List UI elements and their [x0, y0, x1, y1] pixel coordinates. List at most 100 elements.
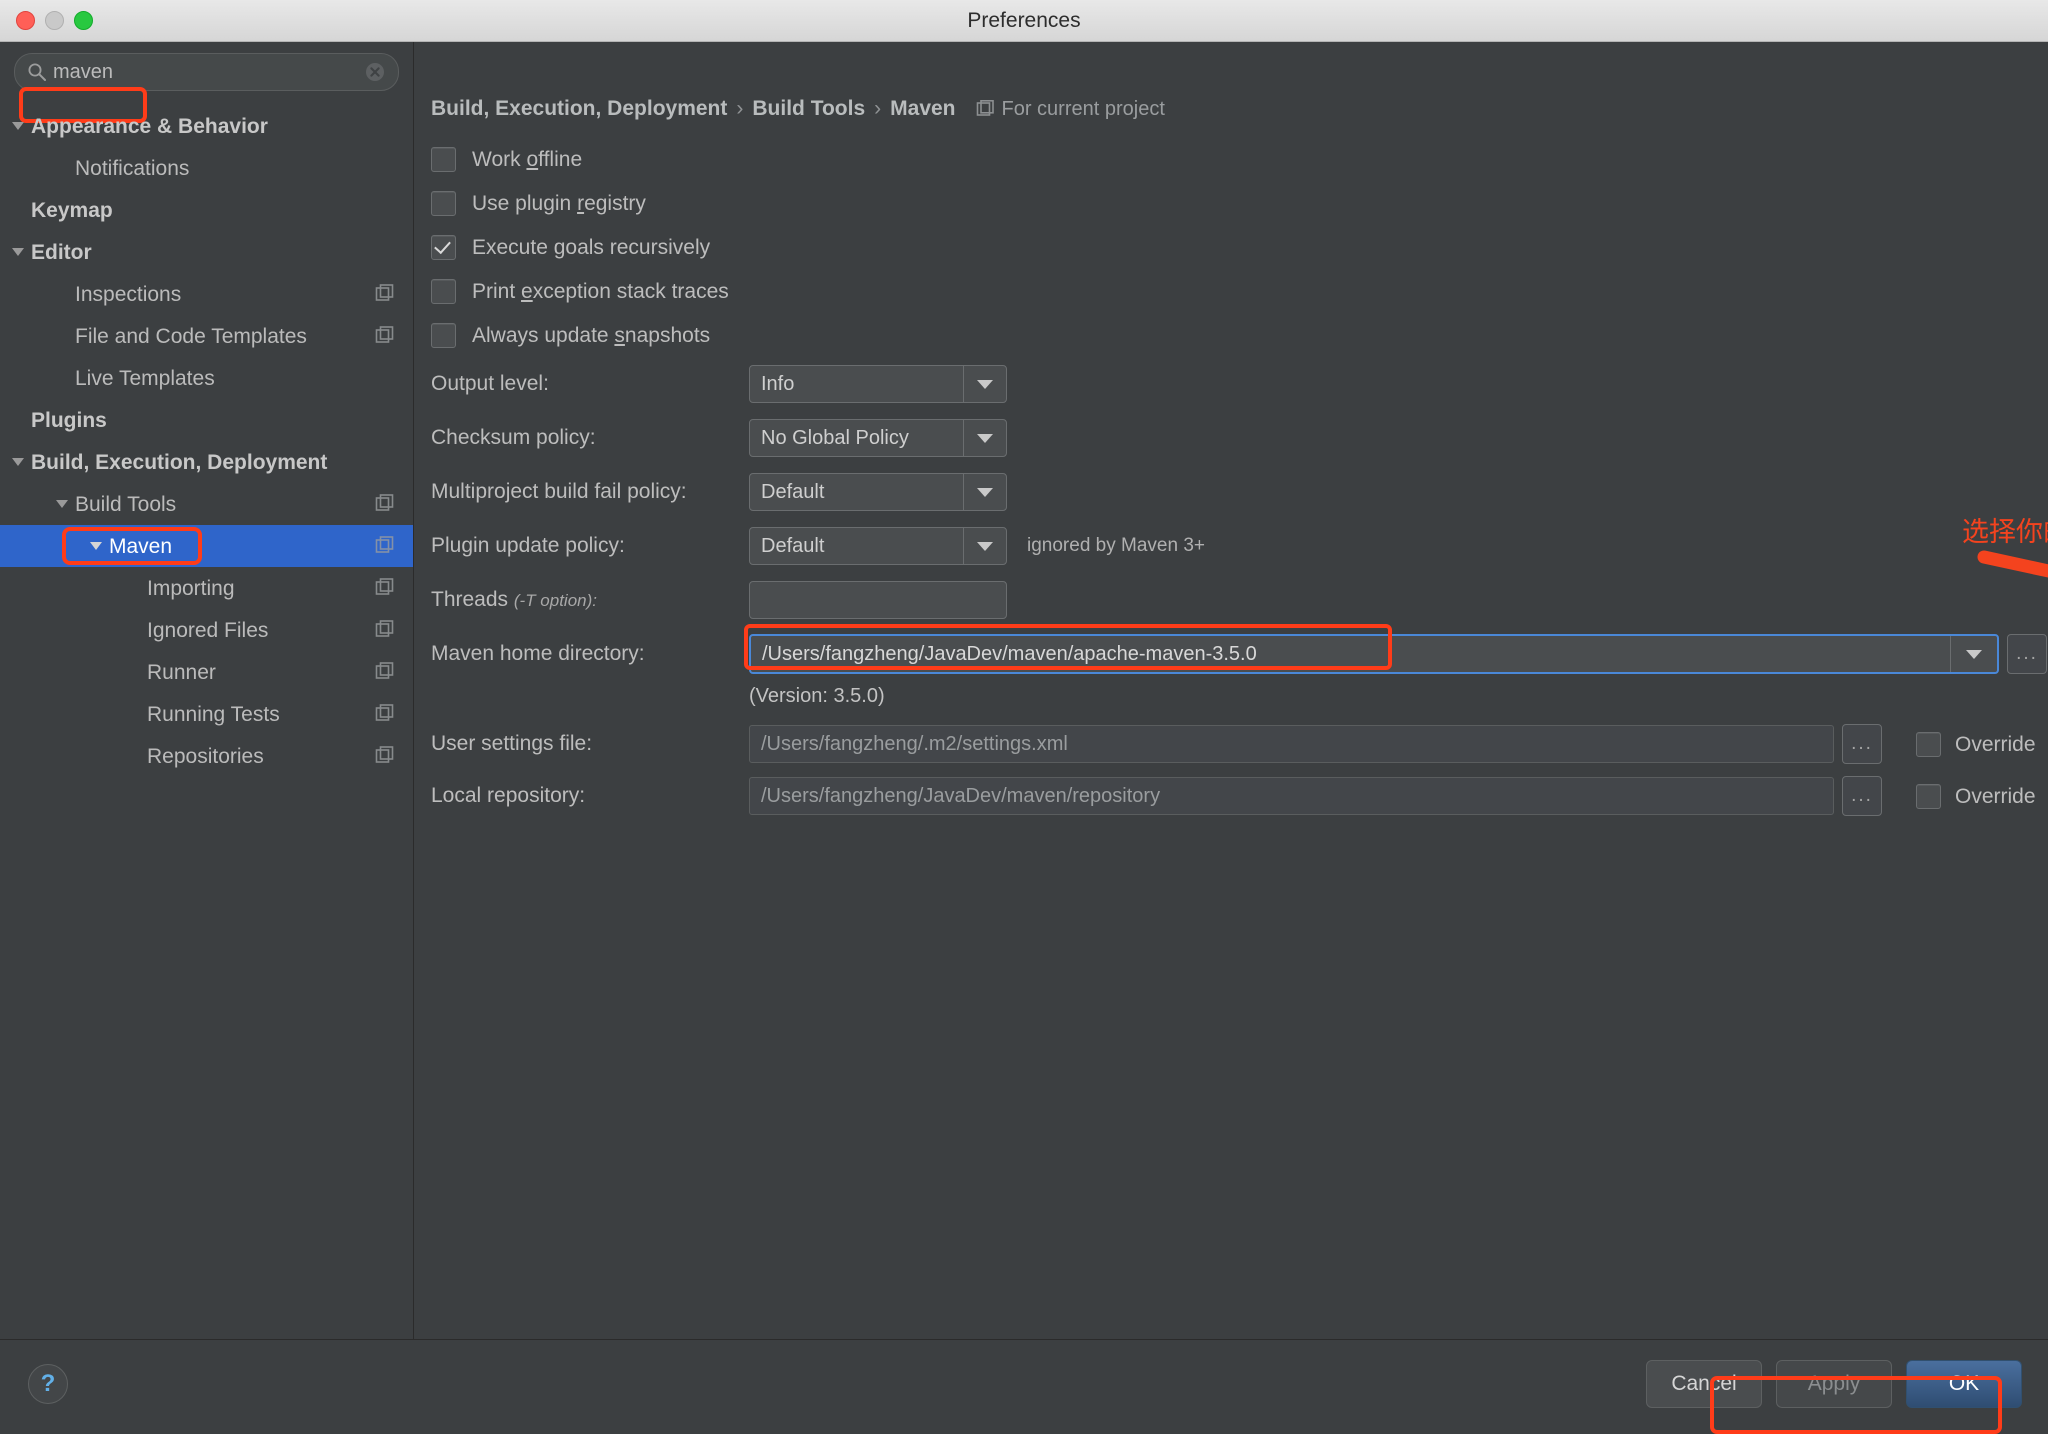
local-repository-browse-button[interactable]: ... [1842, 776, 1882, 816]
multiproject-fail-policy-select[interactable]: Default [749, 473, 1007, 511]
sidebar-item-ignored-files[interactable]: Ignored Files [0, 609, 413, 651]
user-settings-input[interactable]: /Users/fangzheng/.m2/settings.xml [749, 725, 1834, 763]
local-repository-value: /Users/fangzheng/JavaDev/maven/repositor… [750, 785, 1160, 808]
breadcrumb-part-1[interactable]: Build Tools [752, 97, 865, 121]
maven-settings-form: Work offline Use plugin registry Execute g… [431, 137, 2048, 822]
sidebar-item-live-templates[interactable]: Live Templates [0, 357, 413, 399]
breadcrumb-part-0[interactable]: Build, Execution, Deployment [431, 97, 727, 121]
ok-button[interactable]: OK [1906, 1360, 2022, 1408]
sidebar-item-inspections[interactable]: Inspections [0, 273, 413, 315]
help-button[interactable]: ? [28, 1364, 68, 1404]
chevron-down-icon[interactable] [90, 542, 102, 550]
plugin-update-policy-row: Plugin update policy: Default ignored by… [431, 519, 2048, 573]
sidebar-item-build-tools[interactable]: Build Tools [0, 483, 413, 525]
checkbox-label: Work offline [472, 149, 582, 170]
sidebar-item-notifications[interactable]: Notifications [0, 147, 413, 189]
user-settings-override-checkbox[interactable] [1916, 732, 1941, 757]
chevron-down-icon[interactable] [12, 458, 24, 466]
local-repository-override-checkbox[interactable] [1916, 784, 1941, 809]
checksum-policy-select[interactable]: No Global Policy [749, 419, 1007, 457]
threads-input[interactable] [749, 581, 1007, 619]
threads-sub-label: (-T option): [514, 591, 597, 610]
checkbox-row-print-exception-stack-traces[interactable]: Print exception stack traces [431, 269, 2048, 313]
plugin-update-policy-select[interactable]: Default [749, 527, 1007, 565]
maven-home-row: Maven home directory: /Users/fangzheng/J… [431, 627, 2048, 681]
cancel-button[interactable]: Cancel [1646, 1360, 1762, 1408]
checkbox-always-update-snapshots[interactable] [431, 323, 456, 348]
checksum-policy-label: Checksum policy: [431, 426, 749, 450]
checksum-policy-row: Checksum policy: No Global Policy [431, 411, 2048, 465]
apply-button[interactable]: Apply [1776, 1360, 1892, 1408]
sidebar-item-label: Repositories [147, 746, 264, 767]
threads-label: Threads (-T option): [431, 588, 749, 612]
settings-sidebar: maven Appearance & BehaviorNotifications… [0, 42, 414, 1339]
chevron-down-icon[interactable] [963, 420, 1006, 456]
project-scope-icon [976, 100, 995, 119]
checkbox-group: Work offline Use plugin registry Execute g… [431, 137, 2048, 357]
chevron-down-icon[interactable] [12, 248, 24, 256]
checkbox-row-always-update-snapshots[interactable]: Always update snapshots [431, 313, 2048, 357]
user-settings-browse-button[interactable]: ... [1842, 724, 1882, 764]
scope-indicator: For current project [976, 98, 1165, 121]
checkbox-label: Use plugin registry [472, 193, 646, 214]
checkbox-row-use-plugin-registry[interactable]: Use plugin registry [431, 181, 2048, 225]
clear-icon[interactable] [364, 61, 386, 83]
sidebar-item-label: Build, Execution, Deployment [31, 452, 327, 473]
sidebar-item-label: Build Tools [75, 494, 176, 515]
sidebar-item-plugins[interactable]: Plugins [0, 399, 413, 441]
sidebar-item-label: File and Code Templates [75, 326, 307, 347]
threads-label-text: Threads [431, 588, 514, 611]
project-scope-icon [375, 578, 395, 598]
checkbox-label: Print exception stack traces [472, 281, 729, 302]
preferences-window: Preferences maven [0, 0, 2048, 1428]
chevron-down-icon[interactable] [963, 366, 1006, 402]
maven-version-label: (Version: 3.5.0) [749, 685, 2048, 708]
sidebar-item-importing[interactable]: Importing [0, 567, 413, 609]
local-repository-input[interactable]: /Users/fangzheng/JavaDev/maven/repositor… [749, 777, 1834, 815]
multiproject-fail-policy-value: Default [750, 481, 963, 504]
project-scope-icon [375, 662, 395, 682]
checkbox-row-execute-goals-recursively[interactable]: Execute goals recursively [431, 225, 2048, 269]
sidebar-item-label: Editor [31, 242, 92, 263]
breadcrumb: Build, Execution, Deployment › Build Too… [431, 97, 1165, 121]
sidebar-item-label: Maven [109, 536, 172, 557]
chevron-down-icon[interactable] [56, 500, 68, 508]
local-repository-override[interactable]: Override [1916, 784, 2036, 809]
search-field[interactable]: maven [14, 53, 399, 91]
zoom-button[interactable] [74, 11, 93, 30]
close-button[interactable] [16, 11, 35, 30]
sidebar-item-build-execution-deployment[interactable]: Build, Execution, Deployment [0, 441, 413, 483]
sidebar-item-editor[interactable]: Editor [0, 231, 413, 273]
plugin-update-policy-label: Plugin update policy: [431, 534, 749, 558]
checkbox-work-offline[interactable] [431, 147, 456, 172]
chevron-down-icon[interactable] [1950, 636, 1997, 672]
sidebar-item-running-tests[interactable]: Running Tests [0, 693, 413, 735]
minimize-button[interactable] [45, 11, 64, 30]
sidebar-item-maven[interactable]: Maven [0, 525, 413, 567]
maven-home-input[interactable]: /Users/fangzheng/JavaDev/maven/apache-ma… [749, 634, 1999, 674]
checkbox-row-work-offline[interactable]: Work offline [431, 137, 2048, 181]
sidebar-item-keymap[interactable]: Keymap [0, 189, 413, 231]
project-scope-icon [375, 704, 395, 724]
chevron-down-icon[interactable] [963, 528, 1006, 564]
sidebar-item-label: Importing [147, 578, 235, 599]
sidebar-item-repositories[interactable]: Repositories [0, 735, 413, 777]
breadcrumb-part-2[interactable]: Maven [890, 97, 955, 121]
checkbox-label: Execute goals recursively [472, 237, 710, 258]
checkbox-print-exception-stack-traces[interactable] [431, 279, 456, 304]
output-level-select[interactable]: Info [749, 365, 1007, 403]
sidebar-item-file-and-code-templates[interactable]: File and Code Templates [0, 315, 413, 357]
annotation-text: 选择你的Maven安装目录 [1962, 510, 2048, 549]
search-input[interactable]: maven [53, 62, 364, 82]
checkbox-use-plugin-registry[interactable] [431, 191, 456, 216]
chevron-down-icon[interactable] [963, 474, 1006, 510]
sidebar-item-appearance-behavior[interactable]: Appearance & Behavior [0, 105, 413, 147]
maven-home-label: Maven home directory: [431, 642, 749, 666]
maven-home-browse-button[interactable]: ... [2007, 634, 2047, 674]
checkbox-execute-goals-recursively[interactable] [431, 235, 456, 260]
sidebar-item-runner[interactable]: Runner [0, 651, 413, 693]
chevron-down-icon[interactable] [12, 122, 24, 130]
user-settings-override[interactable]: Override [1916, 732, 2036, 757]
local-repository-override-label: Override [1955, 786, 2036, 807]
user-settings-override-label: Override [1955, 734, 2036, 755]
